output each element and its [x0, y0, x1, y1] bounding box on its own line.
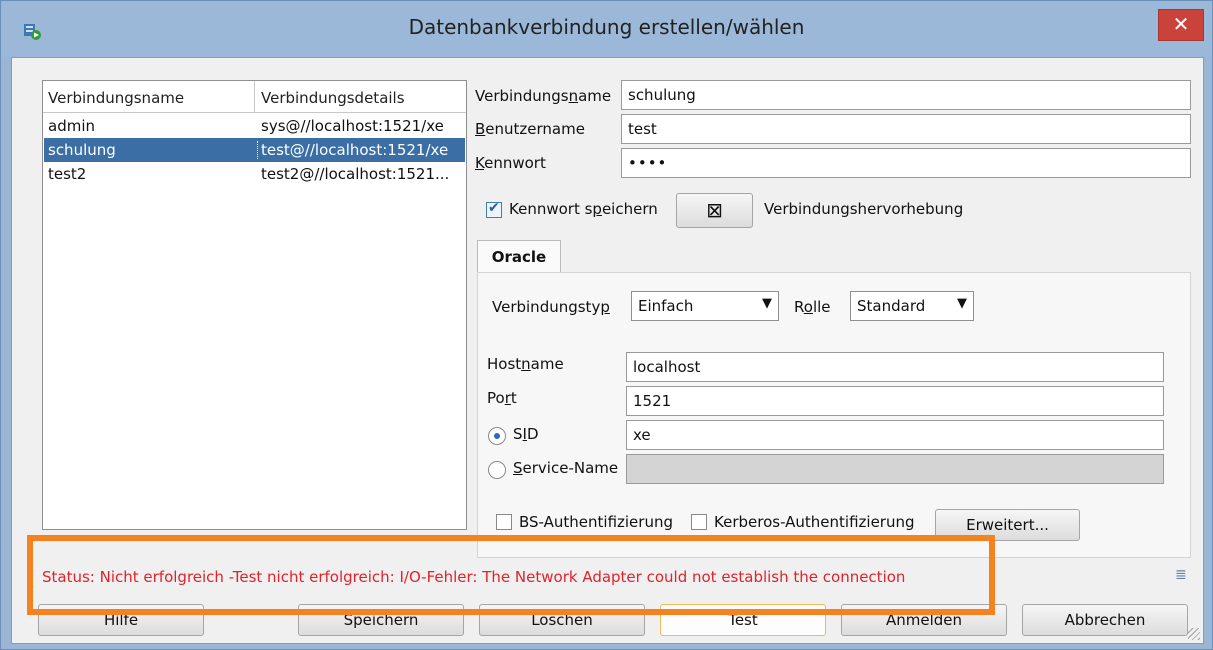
role-label: Rolle [794, 298, 831, 316]
port-field[interactable]: 1521 [626, 386, 1164, 416]
save-password-checkbox[interactable] [486, 200, 502, 218]
log-list-icon[interactable]: ≣ [1175, 567, 1187, 583]
connection-type-value: Einfach [638, 297, 694, 315]
connection-row-admin[interactable]: admin sys@//localhost:1521/xe [44, 114, 465, 138]
username-label: Benutzername [475, 120, 585, 138]
password-field[interactable]: •••• [621, 148, 1191, 178]
os-auth-checkbox[interactable] [496, 514, 512, 530]
hostname-label: Hostname [487, 355, 564, 373]
kerberos-auth-label: Kerberos-Authentifizierung [714, 513, 915, 531]
connection-name-field[interactable]: schulung [621, 80, 1191, 110]
tab-oracle[interactable]: Oracle [477, 240, 561, 273]
connection-name-label: Verbindungsname [475, 87, 612, 105]
connection-highlight-label: Verbindungshervorhebung [764, 200, 964, 218]
port-label: Port [487, 389, 517, 407]
column-divider[interactable] [254, 81, 255, 113]
connections-list[interactable]: Verbindungsname Verbindungsdetails admin… [42, 80, 467, 530]
color-picker-icon: ⊠ [706, 198, 723, 222]
service-name-field[interactable] [626, 454, 1164, 484]
close-icon: ✕ [1172, 12, 1190, 36]
connection-type-select[interactable]: Einfach ▼ [631, 291, 779, 321]
sid-label: SID [513, 425, 539, 443]
dialog-content: Verbindungsname Verbindungsdetails admin… [11, 57, 1204, 644]
service-name-label: Service-Name [513, 459, 619, 477]
window-title: Datenbankverbindung erstellen/wählen [408, 15, 805, 39]
hostname-field[interactable]: localhost [626, 352, 1164, 382]
connection-row-schulung[interactable]: schulung test@//localhost:1521/xe [44, 138, 465, 162]
chevron-down-icon: ▼ [762, 296, 772, 311]
connection-name: admin [48, 117, 95, 135]
resize-grip-icon[interactable] [1188, 628, 1200, 640]
connection-name: schulung [48, 141, 116, 159]
cancel-button[interactable]: Abbrechen [1022, 604, 1188, 636]
connection-type-label: Verbindungstyp [492, 298, 610, 316]
kerberos-auth-checkbox[interactable] [691, 514, 707, 530]
dialog-window: Datenbankverbindung erstellen/wählen ✕ V… [0, 0, 1213, 650]
os-auth-label: BS-Authentifizierung [519, 513, 673, 531]
connections-list-header: Verbindungsname Verbindungsdetails [43, 81, 466, 113]
connection-details: test@//localhost:1521/xe [257, 141, 448, 159]
sid-field[interactable]: xe [626, 420, 1164, 450]
password-label: Kennwort [475, 154, 546, 172]
title-bar[interactable]: Datenbankverbindung erstellen/wählen ✕ [1, 1, 1212, 57]
connection-color-button[interactable]: ⊠ [676, 193, 753, 228]
connection-row-test2[interactable]: test2 test2@//localhost:1521... [44, 162, 465, 186]
highlight-annotation-box [27, 535, 995, 615]
save-password-label: Kennwort speichern [509, 200, 658, 218]
username-field[interactable]: test [621, 114, 1191, 144]
column-header-details[interactable]: Verbindungsdetails [261, 89, 405, 107]
close-button[interactable]: ✕ [1158, 9, 1204, 41]
connection-details: sys@//localhost:1521/xe [261, 117, 444, 135]
connection-details: test2@//localhost:1521... [261, 165, 450, 183]
role-select[interactable]: Standard ▼ [850, 291, 974, 321]
service-name-radio[interactable] [488, 461, 506, 479]
column-header-name[interactable]: Verbindungsname [48, 89, 184, 107]
role-value: Standard [857, 297, 926, 315]
connection-name: test2 [48, 165, 87, 183]
chevron-down-icon: ▼ [957, 296, 967, 311]
sid-radio[interactable] [488, 427, 506, 445]
